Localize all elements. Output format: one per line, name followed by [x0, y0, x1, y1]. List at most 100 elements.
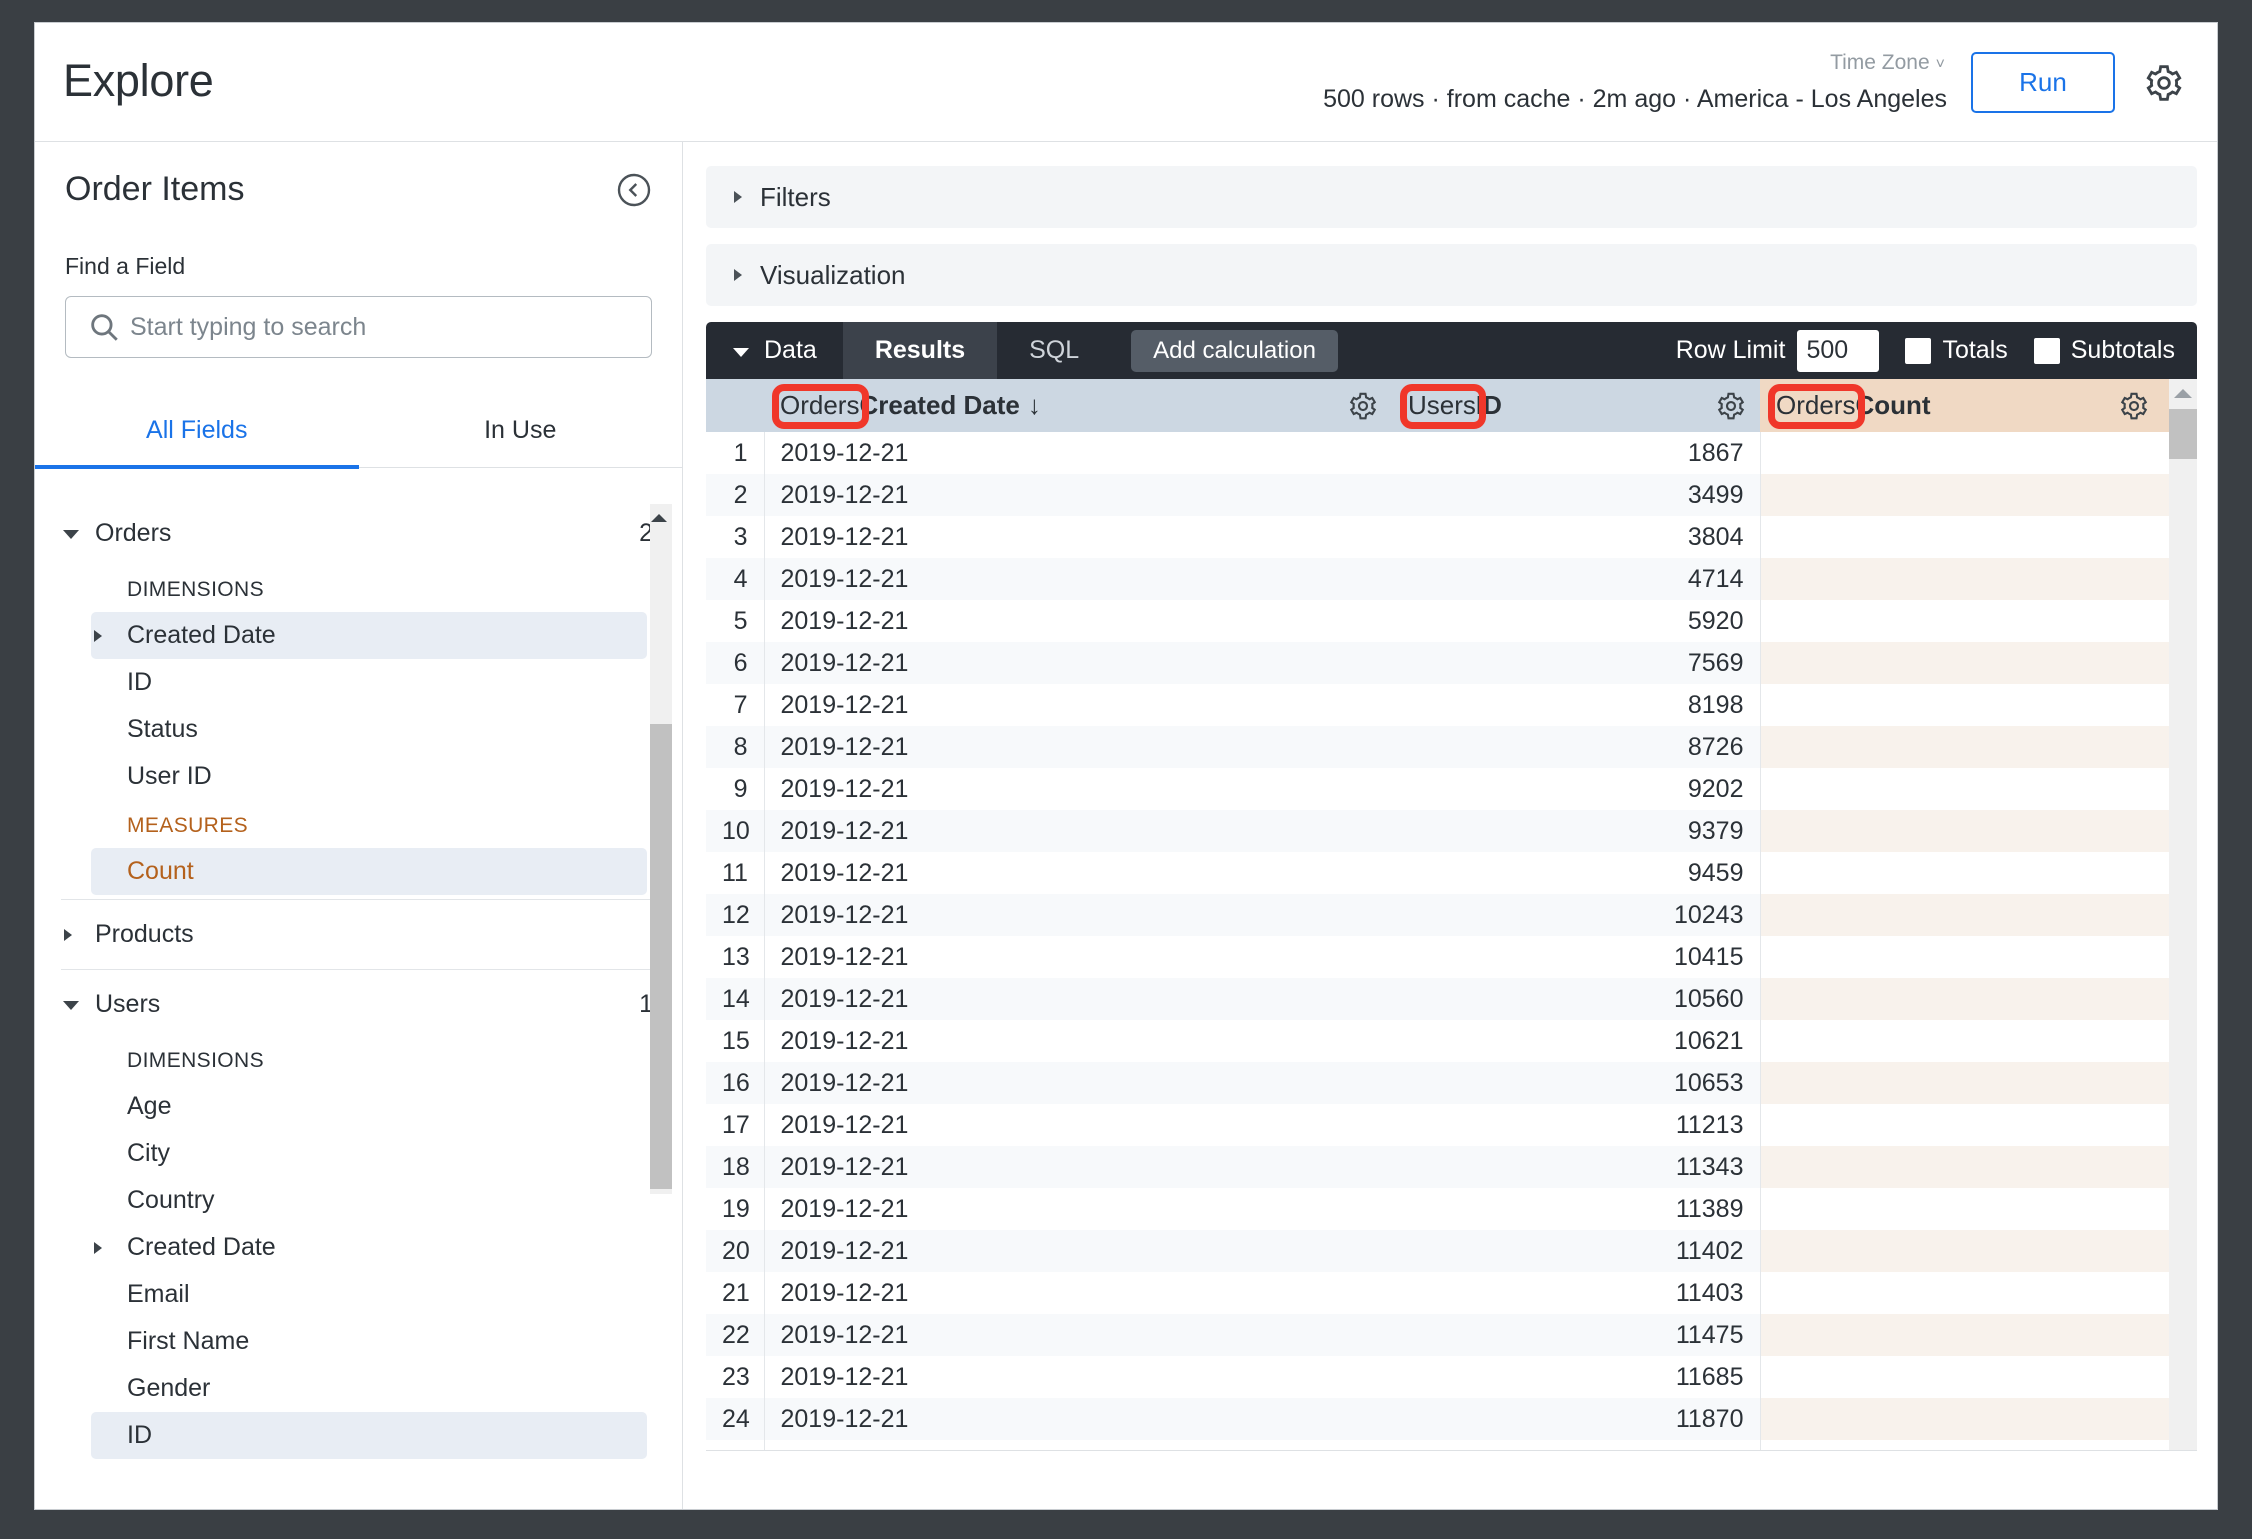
results-table-area: Orders Created Date ↓ Users ID Orders Co… [706, 379, 2197, 1451]
user-id-cell: 11402 [1392, 1230, 1761, 1272]
field-orders-user-id[interactable]: User ID [91, 753, 647, 800]
created-date-cell: 2019-12-21 [764, 1440, 1392, 1451]
field-label: ID [127, 1421, 152, 1449]
created-date-cell: 2019-12-21 [764, 894, 1392, 936]
field-group-users[interactable]: Users 1 [35, 974, 682, 1035]
table-scrollbar-thumb[interactable] [2169, 409, 2197, 459]
field-orders-status[interactable]: Status [91, 706, 647, 753]
created-date-cell: 2019-12-21 [764, 726, 1392, 768]
sidebar-scrollbar-thumb[interactable] [650, 724, 672, 1189]
field-users-id[interactable]: ID [91, 1412, 647, 1459]
explore-name: Order Items [65, 170, 245, 208]
table-row[interactable]: 222019-12-21114751 [706, 1314, 2197, 1356]
tab-all-fields[interactable]: All Fields [35, 398, 359, 467]
table-row[interactable]: 23 2019-12-21 116851 [706, 1356, 2197, 1398]
column-gear-button[interactable] [1348, 391, 1378, 421]
add-calculation-button[interactable]: Add calculation [1131, 329, 1338, 372]
time-zone-selector[interactable]: Time Zone ˅ [1323, 52, 1947, 73]
subtotals-checkbox[interactable]: Subtotals [2033, 336, 2175, 365]
row-number-cell: 1 [706, 432, 765, 474]
column-gear-button[interactable] [2119, 391, 2149, 421]
tab-results[interactable]: Results [842, 322, 998, 379]
table-row[interactable]: 42019-12-2147141 [706, 558, 2197, 600]
field-users-first-name[interactable]: First Name [91, 1318, 647, 1365]
visualization-accordion[interactable]: Visualization [706, 244, 2197, 306]
column-header-orders-count[interactable]: Orders Count [1760, 379, 2197, 432]
field-orders-count[interactable]: Count [91, 848, 647, 895]
field-users-city[interactable]: City [91, 1130, 647, 1177]
time-zone-label: Time Zone [1830, 50, 1930, 74]
table-row[interactable]: 202019-12-21114021 [706, 1230, 2197, 1272]
table-row[interactable]: 21 2019-12-21 114031 [706, 1272, 2197, 1314]
table-row[interactable]: 162019-12-21106531 [706, 1062, 2197, 1104]
table-row[interactable]: 12019-12-2118671 [706, 432, 2197, 474]
tab-sql[interactable]: SQL [997, 322, 1111, 379]
field-group-orders[interactable]: Orders 2 [35, 503, 682, 564]
caret-right-icon[interactable] [91, 627, 127, 645]
table-row[interactable]: 122019-12-21102431 [706, 894, 2197, 936]
scroll-up-arrow-icon[interactable] [650, 512, 668, 524]
count-cell: 1 [1760, 1314, 2197, 1356]
table-row[interactable]: 142019-12-21105601 [706, 978, 2197, 1020]
field-group-label: Orders [95, 519, 172, 547]
search-field-wrapper [65, 296, 652, 358]
table-row[interactable]: 19 2019-12-21 113891 [706, 1188, 2197, 1230]
collapse-sidebar-button[interactable] [616, 172, 652, 208]
table-row[interactable]: 102019-12-2193791 [706, 810, 2197, 852]
user-id-cell: 8726 [1392, 726, 1761, 768]
tab-in-use[interactable]: In Use [359, 398, 683, 467]
field-users-created-date[interactable]: Created Date [91, 1224, 647, 1271]
table-row[interactable]: 11 2019-12-21 94591 [706, 852, 2197, 894]
row-number-cell: 14 [706, 978, 765, 1020]
column-gear-button[interactable] [1716, 391, 1746, 421]
run-button[interactable]: Run [1971, 52, 2115, 113]
gear-icon [1717, 392, 1745, 419]
user-id-cell: 12007 [1392, 1440, 1761, 1450]
created-date-cell: 2019-12-21 [764, 474, 1392, 516]
caret-right-icon[interactable] [91, 1239, 127, 1257]
field-orders-created-date[interactable]: Created Date [91, 612, 647, 659]
count-cell: 1 [1760, 432, 2197, 474]
page-title: Explore [63, 55, 214, 106]
field-label: Count [127, 857, 194, 885]
table-row[interactable]: 3 2019-12-21 38041 [706, 516, 2197, 558]
table-row[interactable]: 17 2019-12-21 112131 [706, 1104, 2197, 1146]
field-users-email[interactable]: Email [91, 1271, 647, 1318]
totals-checkbox[interactable]: Totals [1905, 336, 2008, 365]
field-users-gender[interactable]: Gender [91, 1365, 647, 1412]
table-row[interactable]: 242019-12-21118701 [706, 1398, 2197, 1440]
table-row[interactable]: 82019-12-2187261 [706, 726, 2197, 768]
created-date-cell: 2019-12-21 [764, 1314, 1392, 1356]
sort-descending-icon[interactable]: ↓ [1028, 390, 1041, 421]
column-prefix-orders: Orders [1776, 390, 1856, 420]
column-header-users-id[interactable]: Users ID [1392, 379, 1760, 432]
table-row[interactable]: 252019-12-21120071 [706, 1440, 2197, 1451]
table-row[interactable]: 13 2019-12-21 104151 [706, 936, 2197, 978]
count-cell: 1 [1760, 894, 2197, 936]
search-input[interactable] [65, 296, 652, 358]
field-users-age[interactable]: Age [91, 1083, 647, 1130]
row-number-cell: 18 [706, 1146, 765, 1188]
data-menu-button[interactable]: Data [706, 322, 843, 379]
table-row[interactable]: 182019-12-21113431 [706, 1146, 2197, 1188]
table-row[interactable]: 7 2019-12-21 81981 [706, 684, 2197, 726]
user-id-cell: 11389 [1392, 1188, 1761, 1230]
settings-gear-button[interactable] [2129, 48, 2199, 118]
field-orders-id[interactable]: ID [91, 659, 647, 706]
table-row[interactable]: 5 2019-12-21 59201 [706, 600, 2197, 642]
table-scrollbar-track[interactable] [2169, 379, 2197, 1450]
field-picker-sidebar: Order Items Find a Field All Fields In U… [35, 142, 683, 1509]
field-users-country[interactable]: Country [91, 1177, 647, 1224]
caret-down-icon [732, 336, 750, 365]
table-row[interactable]: 22019-12-2134991 [706, 474, 2197, 516]
created-date-cell: 2019-12-21 [764, 810, 1392, 852]
scroll-up-arrow-icon[interactable] [2173, 387, 2193, 400]
filters-accordion[interactable]: Filters [706, 166, 2197, 228]
table-row[interactable]: 9 2019-12-21 92021 [706, 768, 2197, 810]
column-header-orders-created-date[interactable]: Orders Created Date ↓ [764, 379, 1392, 432]
table-row[interactable]: 15 2019-12-21 106211 [706, 1020, 2197, 1062]
created-date-cell: 2019-12-21 [780, 1194, 909, 1223]
row-limit-input[interactable] [1797, 329, 1880, 372]
table-row[interactable]: 62019-12-2175691 [706, 642, 2197, 684]
field-group-products[interactable]: Products [35, 904, 682, 965]
